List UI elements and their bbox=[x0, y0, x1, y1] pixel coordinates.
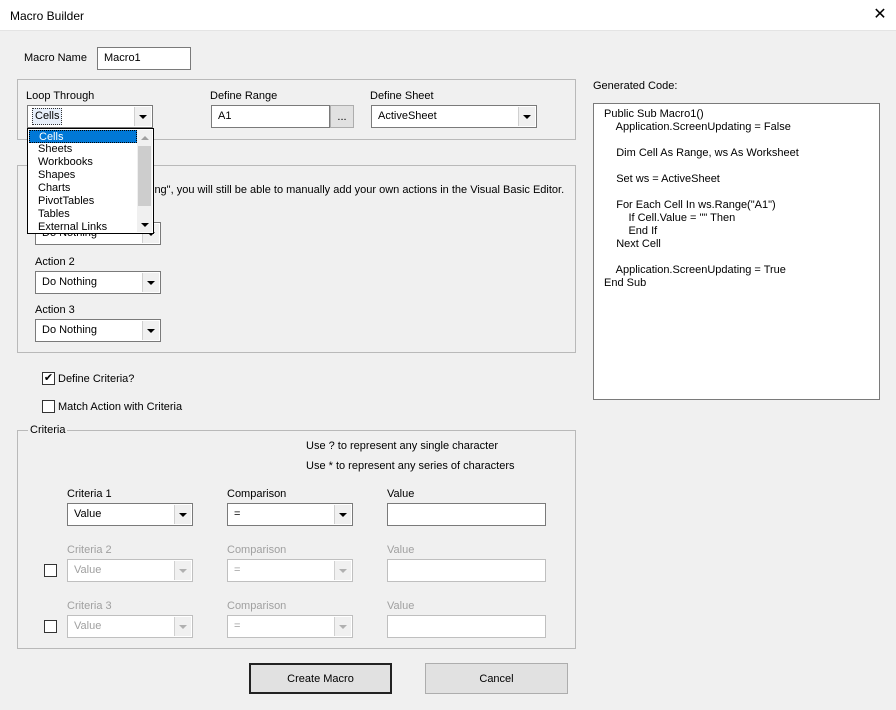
define-sheet-label: Define Sheet bbox=[370, 90, 434, 102]
value3-label: Value bbox=[387, 600, 415, 612]
code-line: Public Sub Macro1() bbox=[604, 108, 704, 120]
chevron-down-icon[interactable] bbox=[134, 107, 151, 126]
scroll-thumb[interactable] bbox=[138, 146, 151, 206]
code-line: Set ws = ActiveSheet bbox=[604, 173, 720, 185]
range-picker-button[interactable]: ... bbox=[330, 105, 354, 128]
value2-label: Value bbox=[387, 544, 415, 556]
cancel-button[interactable]: Cancel bbox=[425, 663, 568, 694]
action3-select[interactable]: Do Nothing bbox=[35, 319, 161, 342]
action3-label: Action 3 bbox=[35, 304, 75, 316]
define-sheet-select[interactable]: ActiveSheet bbox=[371, 105, 537, 128]
define-criteria-checkbox[interactable]: ✔ bbox=[42, 372, 55, 385]
scroll-up-icon[interactable] bbox=[137, 130, 152, 145]
generated-code-box[interactable]: Public Sub Macro1() Application.ScreenUp… bbox=[593, 103, 880, 400]
chevron-down-icon[interactable] bbox=[174, 505, 191, 524]
value2-input[interactable] bbox=[387, 559, 546, 582]
comparison1-value: = bbox=[234, 508, 241, 520]
value1-input[interactable] bbox=[387, 503, 546, 526]
action2-label: Action 2 bbox=[35, 256, 75, 268]
dropdown-option[interactable]: Tables bbox=[29, 208, 137, 221]
action3-value: Do Nothing bbox=[42, 324, 98, 336]
dropdown-option[interactable]: Sheets bbox=[29, 143, 137, 156]
title-bar: Macro Builder ✕ bbox=[0, 0, 896, 31]
criteria2-label: Criteria 2 bbox=[67, 544, 112, 556]
check-icon: ✔ bbox=[43, 372, 54, 384]
chevron-down-icon[interactable] bbox=[334, 617, 351, 636]
chevron-down-icon[interactable] bbox=[174, 617, 191, 636]
create-macro-button[interactable]: Create Macro bbox=[249, 663, 392, 694]
define-criteria-label: Define Criteria? bbox=[58, 373, 135, 385]
comparison3-value: = bbox=[234, 620, 241, 632]
action2-select[interactable]: Do Nothing bbox=[35, 271, 161, 294]
dropdown-option[interactable]: Charts bbox=[29, 182, 137, 195]
loop-through-dropdown[interactable]: Cells Sheets Workbooks Shapes Charts PivotTab… bbox=[27, 128, 154, 234]
dropdown-option[interactable]: Shapes bbox=[29, 169, 137, 182]
loop-through-select[interactable]: Cells bbox=[27, 105, 153, 128]
value1-label: Value bbox=[387, 488, 415, 500]
criteria2-checkbox[interactable] bbox=[44, 564, 57, 577]
define-range-input[interactable]: A1 bbox=[211, 105, 330, 128]
code-line: Dim Cell As Range, ws As Worksheet bbox=[604, 147, 799, 159]
comparison3-select[interactable]: = bbox=[227, 615, 353, 638]
chevron-down-icon[interactable] bbox=[142, 273, 159, 292]
criteria2-value: Value bbox=[74, 564, 102, 576]
code-line: For Each Cell In ws.Range("A1") bbox=[604, 199, 776, 211]
comparison2-value: = bbox=[234, 564, 241, 576]
criteria3-checkbox[interactable] bbox=[44, 620, 57, 633]
loop-through-label: Loop Through bbox=[26, 90, 95, 102]
criteria-hint-single: Use ? to represent any single character bbox=[306, 440, 498, 452]
chevron-down-icon[interactable] bbox=[334, 561, 351, 580]
value3-input[interactable] bbox=[387, 615, 546, 638]
scroll-down-icon[interactable] bbox=[137, 217, 152, 232]
criteria-hint-series: Use * to represent any series of charact… bbox=[306, 460, 515, 472]
macro-name-input[interactable]: Macro1 bbox=[97, 47, 191, 70]
criteria1-select[interactable]: Value bbox=[67, 503, 193, 526]
code-line: Application.ScreenUpdating = True bbox=[604, 264, 786, 276]
dropdown-option[interactable]: Workbooks bbox=[29, 156, 137, 169]
comparison1-label: Comparison bbox=[227, 488, 287, 500]
criteria3-select[interactable]: Value bbox=[67, 615, 193, 638]
chevron-down-icon[interactable] bbox=[142, 321, 159, 340]
close-icon[interactable]: ✕ bbox=[866, 4, 894, 28]
chevron-down-icon[interactable] bbox=[334, 505, 351, 524]
loop-through-value: Cells bbox=[32, 108, 63, 125]
match-action-checkbox[interactable] bbox=[42, 400, 55, 413]
criteria1-value: Value bbox=[74, 508, 102, 520]
dropdown-option[interactable]: External Links bbox=[29, 221, 137, 234]
chevron-down-icon[interactable] bbox=[518, 107, 535, 126]
criteria3-value: Value bbox=[74, 620, 102, 632]
generated-code-label: Generated Code: bbox=[593, 80, 678, 92]
comparison2-select[interactable]: = bbox=[227, 559, 353, 582]
dropdown-option[interactable]: PivotTables bbox=[29, 195, 137, 208]
match-action-label: Match Action with Criteria bbox=[58, 401, 183, 413]
window-title: Macro Builder bbox=[10, 9, 85, 23]
criteria2-select[interactable]: Value bbox=[67, 559, 193, 582]
code-line: End If bbox=[604, 225, 658, 237]
dropdown-scrollbar[interactable] bbox=[137, 130, 152, 232]
comparison3-label: Comparison bbox=[227, 600, 287, 612]
actions-note: ing", you will still be able to manually… bbox=[152, 184, 565, 196]
criteria-legend: Criteria bbox=[28, 424, 68, 436]
comparison2-label: Comparison bbox=[227, 544, 287, 556]
code-line: If Cell.Value = "" Then bbox=[604, 212, 736, 224]
chevron-down-icon[interactable] bbox=[174, 561, 191, 580]
criteria1-label: Criteria 1 bbox=[67, 488, 112, 500]
criteria3-label: Criteria 3 bbox=[67, 600, 112, 612]
code-line: Application.ScreenUpdating = False bbox=[604, 121, 791, 133]
action2-value: Do Nothing bbox=[42, 276, 98, 288]
macro-name-label: Macro Name bbox=[24, 52, 87, 64]
code-line: Next Cell bbox=[604, 238, 661, 250]
dropdown-option[interactable]: Cells bbox=[29, 130, 137, 143]
code-line: End Sub bbox=[604, 277, 647, 289]
define-range-label: Define Range bbox=[210, 90, 278, 102]
define-sheet-value: ActiveSheet bbox=[378, 110, 437, 122]
comparison1-select[interactable]: = bbox=[227, 503, 353, 526]
